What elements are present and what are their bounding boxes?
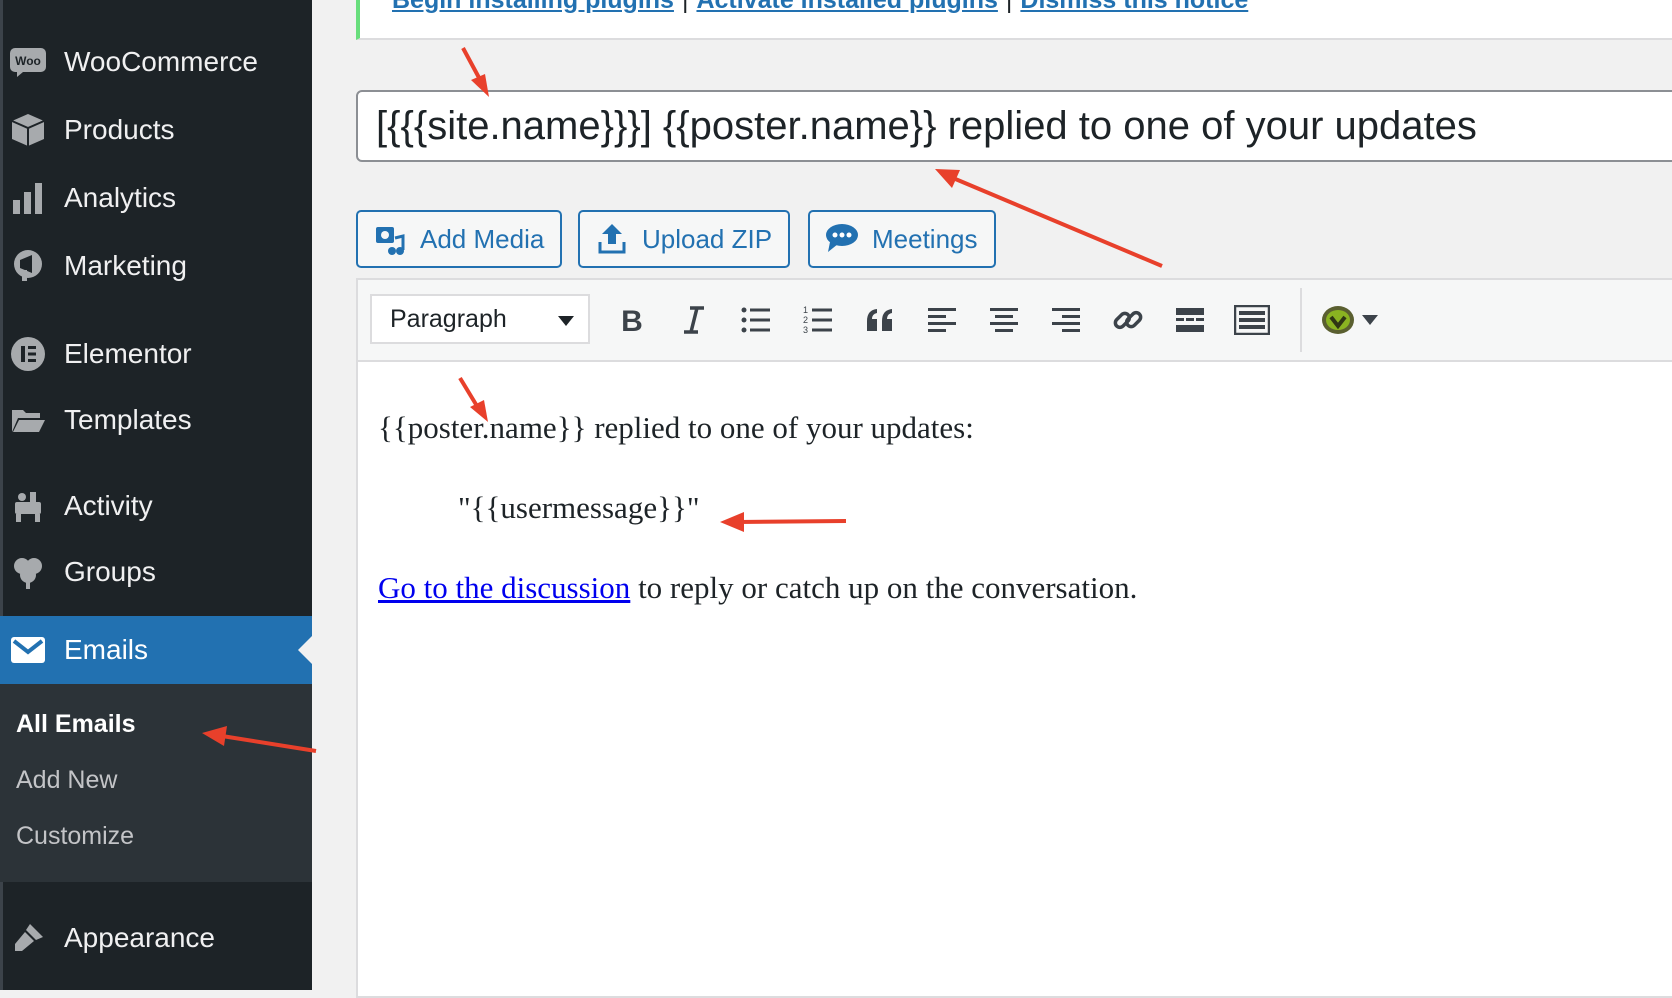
menu-label: Products [64, 114, 175, 145]
menu-label: Elementor [64, 338, 192, 369]
notice-links: Begin installing plugins | Activate instal… [392, 0, 1248, 15]
menu-label: Emails [64, 634, 149, 665]
insert-link-button[interactable] [1106, 298, 1150, 342]
emails-submenu: All Emails Add New Customize [0, 684, 312, 882]
align-center-button[interactable] [982, 298, 1026, 342]
meetings-button[interactable]: Meetings [808, 210, 996, 268]
bar-chart-icon [8, 178, 48, 218]
email-subject-input[interactable] [356, 90, 1672, 162]
media-icon [372, 221, 408, 257]
shortcode-dropdown-button[interactable] [1358, 298, 1382, 342]
svg-text:Woo: Woo [15, 54, 41, 68]
content-quote: "{{usermessage}}" [458, 490, 700, 525]
content-line-3-rest: to reply or catch up on the conversation… [630, 570, 1138, 605]
bold-button[interactable]: B [610, 298, 654, 342]
go-to-discussion-link[interactable]: Go to the discussion [378, 570, 630, 605]
activity-icon [8, 486, 48, 526]
toolbar-separator [1300, 288, 1302, 352]
svg-text:1: 1 [803, 305, 808, 315]
align-left-button[interactable] [920, 298, 964, 342]
woo-icon: Woo [8, 42, 48, 82]
editor-toolbar: Paragraph B 123 [358, 280, 1672, 362]
dropdown-arrow-icon [558, 316, 574, 326]
italic-button[interactable] [672, 298, 716, 342]
bold-icon: B [621, 305, 643, 335]
menu-marketing[interactable]: Marketing [0, 232, 312, 300]
keyboard-icon [1234, 305, 1270, 335]
read-more-icon [1176, 308, 1204, 332]
menu-label: Appearance [64, 922, 216, 953]
menu-label: Marketing [64, 250, 187, 281]
upload-zip-label: Upload ZIP [642, 223, 773, 254]
menu-label: WooCommerce [64, 46, 258, 77]
numbered-list-icon: 123 [803, 305, 832, 335]
upload-zip-button[interactable]: Upload ZIP [578, 210, 791, 268]
toolbar-toggle-button[interactable] [1230, 298, 1274, 342]
activate-plugins-link[interactable]: Activate installed plugins [696, 0, 997, 14]
admin-sidebar: Woo WooCommerce Products Analytics Marke… [0, 0, 312, 990]
menu-label: Activity [64, 490, 153, 521]
upload-icon [594, 221, 630, 257]
blockquote-button[interactable] [858, 298, 902, 342]
folder-icon [8, 400, 48, 440]
begin-installing-link[interactable]: Begin installing plugins [392, 0, 674, 14]
paintbrush-icon [8, 918, 48, 958]
menu-templates[interactable]: Templates [0, 386, 312, 454]
quote-icon [867, 309, 892, 331]
submenu-add-new[interactable]: Add New [16, 766, 117, 795]
menu-analytics[interactable]: Analytics [0, 164, 312, 232]
chat-bubble-icon [824, 221, 860, 257]
align-center-icon [990, 308, 1018, 332]
read-more-button[interactable] [1168, 298, 1212, 342]
submenu-all-emails[interactable]: All Emails [16, 710, 136, 739]
format-select-value: Paragraph [390, 304, 507, 333]
menu-label: Analytics [64, 182, 177, 213]
numbered-list-button[interactable]: 123 [796, 298, 840, 342]
align-right-button[interactable] [1044, 298, 1088, 342]
tinymce-editor: Paragraph B 123 {{poster.name}} replied … [356, 278, 1672, 998]
dismiss-notice-link[interactable]: Dismiss this notice [1020, 0, 1248, 14]
menu-label: Templates [64, 404, 192, 435]
box-icon [8, 110, 48, 150]
align-right-icon [1052, 308, 1080, 332]
menu-products[interactable]: Products [0, 96, 312, 164]
format-select[interactable]: Paragraph [370, 294, 590, 344]
add-media-button[interactable]: Add Media [356, 210, 563, 268]
content-line-3: Go to the discussion to reply or catch u… [378, 570, 1137, 606]
link-icon [1113, 310, 1143, 330]
shortcode-button[interactable] [1316, 298, 1360, 342]
menu-emails[interactable]: Emails [0, 616, 312, 684]
align-left-icon [928, 308, 956, 332]
elementor-icon [8, 334, 48, 374]
groups-icon [8, 552, 48, 592]
caret-down-icon [1362, 315, 1378, 325]
megaphone-icon [8, 246, 48, 286]
menu-label: Groups [64, 556, 156, 587]
menu-elementor[interactable]: Elementor [0, 320, 312, 388]
menu-activity[interactable]: Activity [0, 472, 312, 540]
menu-appearance[interactable]: Appearance [0, 904, 312, 972]
menu-groups[interactable]: Groups [0, 538, 312, 606]
svg-text:2: 2 [803, 315, 808, 325]
checkmark-badge-icon [1322, 306, 1354, 334]
editor-content[interactable]: {{poster.name}} replied to one of your u… [378, 362, 1664, 996]
italic-icon [684, 306, 704, 334]
bullet-list-icon [741, 307, 770, 333]
envelope-icon [8, 630, 48, 670]
bullet-list-button[interactable] [734, 298, 778, 342]
meetings-label: Meetings [872, 223, 978, 254]
menu-woocommerce[interactable]: Woo WooCommerce [0, 28, 312, 96]
content-line-1: {{poster.name}} replied to one of your u… [378, 410, 974, 445]
plugin-notice: Begin installing plugins | Activate instal… [356, 0, 1672, 40]
svg-text:3: 3 [803, 325, 808, 335]
submenu-customize[interactable]: Customize [16, 822, 134, 851]
add-media-label: Add Media [420, 223, 545, 254]
svg-text:B: B [621, 305, 643, 335]
